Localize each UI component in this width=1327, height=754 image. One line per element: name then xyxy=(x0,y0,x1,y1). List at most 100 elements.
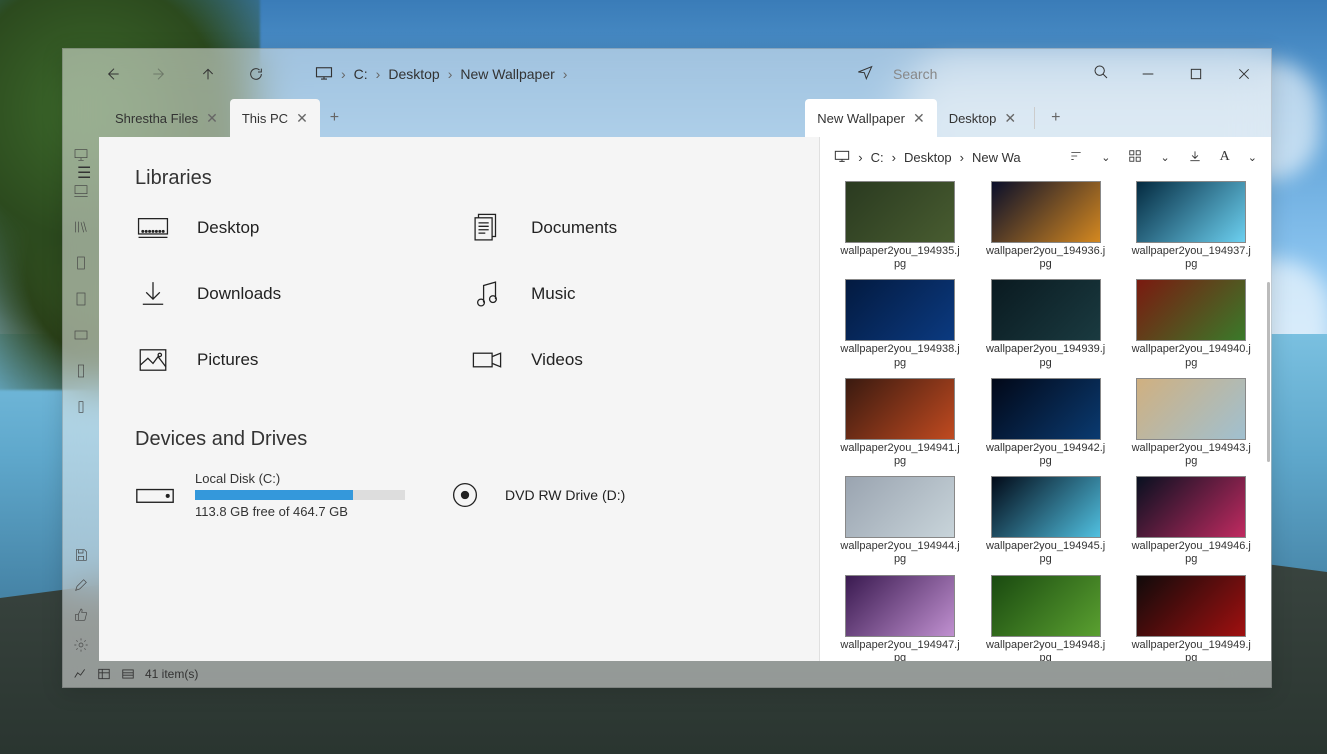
rail-landscape-icon[interactable] xyxy=(73,327,89,343)
rail-like-icon[interactable] xyxy=(73,607,89,623)
tab-label: Shrestha Files xyxy=(115,111,198,126)
scrollbar[interactable] xyxy=(1267,282,1270,462)
tab-shrestha-files[interactable]: Shrestha Files ✕ xyxy=(103,99,230,137)
file-thumbnail[interactable]: wallpaper2you_194935.jpg xyxy=(834,181,966,271)
crumb-desktop[interactable]: Desktop xyxy=(388,66,439,82)
library-pictures[interactable]: Pictures xyxy=(135,342,449,378)
file-thumbnail[interactable]: wallpaper2you_194947.jpg xyxy=(834,575,966,662)
file-thumbnail[interactable]: wallpaper2you_194938.jpg xyxy=(834,279,966,369)
rail-monitor-icon[interactable] xyxy=(73,147,89,163)
file-thumbnail[interactable]: wallpaper2you_194943.jpg xyxy=(1125,378,1257,468)
thumbnail-image xyxy=(1136,378,1246,440)
rail-settings-icon[interactable] xyxy=(73,637,89,653)
maximize-button[interactable] xyxy=(1187,65,1205,83)
file-name: wallpaper2you_194935.jpg xyxy=(840,245,960,271)
rail-phone-icon[interactable] xyxy=(73,363,89,379)
file-name: wallpaper2you_194941.jpg xyxy=(840,442,960,468)
chevron-down-icon[interactable]: ⌄ xyxy=(1160,151,1169,164)
breadcrumb[interactable]: › C: › Desktop › New Wallpaper › xyxy=(315,66,567,83)
search-icon[interactable] xyxy=(1093,64,1109,85)
this-pc-icon xyxy=(315,66,333,83)
library-music[interactable]: Music xyxy=(469,276,783,312)
file-thumbnail[interactable]: wallpaper2you_194944.jpg xyxy=(834,476,966,566)
thumbnail-image xyxy=(845,181,955,243)
rail-portrait-icon[interactable] xyxy=(73,255,89,271)
thumbnail-image xyxy=(1136,476,1246,538)
tab-this-pc[interactable]: This PC ✕ xyxy=(230,99,320,137)
hamburger-icon[interactable]: ☰ xyxy=(77,163,91,183)
up-button[interactable] xyxy=(199,65,217,83)
crumb-c[interactable]: C: xyxy=(354,66,368,82)
thumbnail-image xyxy=(991,181,1101,243)
file-thumbnail[interactable]: wallpaper2you_194939.jpg xyxy=(980,279,1112,369)
library-documents[interactable]: Documents xyxy=(469,210,783,246)
library-label: Documents xyxy=(531,218,617,238)
library-label: Music xyxy=(531,284,575,304)
drive-local-c[interactable]: Local Disk (C:) 113.8 GB free of 464.7 G… xyxy=(135,471,405,519)
send-icon[interactable] xyxy=(857,64,873,85)
thumbnail-image xyxy=(991,279,1101,341)
rail-desktop-icon[interactable] xyxy=(73,183,89,199)
file-name: wallpaper2you_194945.jpg xyxy=(986,540,1106,566)
file-thumbnail[interactable]: wallpaper2you_194942.jpg xyxy=(980,378,1112,468)
refresh-button[interactable] xyxy=(247,65,265,83)
library-desktop[interactable]: Desktop xyxy=(135,210,449,246)
font-icon[interactable]: A xyxy=(1220,149,1230,165)
hdd-icon xyxy=(135,481,175,509)
sort-icon[interactable] xyxy=(1069,149,1083,166)
close-icon[interactable]: ✕ xyxy=(296,110,308,127)
add-tab-button[interactable]: + xyxy=(320,99,349,137)
crumb-new-wa[interactable]: New Wa xyxy=(972,150,1021,165)
drive-dvd-d[interactable]: DVD RW Drive (D:) xyxy=(445,471,625,519)
library-videos[interactable]: Videos xyxy=(469,342,783,378)
close-icon[interactable]: ✕ xyxy=(206,110,218,127)
library-label: Downloads xyxy=(197,284,281,304)
minimize-button[interactable] xyxy=(1139,65,1157,83)
rail-save-icon[interactable] xyxy=(73,547,89,563)
crumb-new-wallpaper[interactable]: New Wallpaper xyxy=(460,66,554,82)
grid-view-icon[interactable] xyxy=(1128,149,1142,166)
file-thumbnail[interactable]: wallpaper2you_194946.jpg xyxy=(1125,476,1257,566)
chevron-down-icon[interactable]: ⌄ xyxy=(1248,151,1257,164)
status-item-count: 41 item(s) xyxy=(145,667,198,681)
close-icon[interactable]: ✕ xyxy=(913,110,925,127)
back-button[interactable] xyxy=(103,65,121,83)
search-input[interactable] xyxy=(893,66,1073,82)
chevron-down-icon[interactable]: ⌄ xyxy=(1101,151,1110,164)
file-thumbnail[interactable]: wallpaper2you_194949.jpg xyxy=(1125,575,1257,662)
list-view-icon[interactable] xyxy=(121,667,135,681)
download-icon[interactable] xyxy=(1188,149,1202,166)
file-name: wallpaper2you_194942.jpg xyxy=(986,442,1106,468)
rail-books-icon[interactable] xyxy=(73,219,89,235)
file-thumbnail[interactable]: wallpaper2you_194948.jpg xyxy=(980,575,1112,662)
library-label: Desktop xyxy=(197,218,259,238)
library-downloads[interactable]: Downloads xyxy=(135,276,449,312)
crumb-desktop[interactable]: Desktop xyxy=(904,150,952,165)
music-icon xyxy=(469,276,505,312)
search-area xyxy=(857,64,1109,85)
library-label: Pictures xyxy=(197,350,258,370)
libraries-heading: Libraries xyxy=(135,167,783,190)
rail-edit-icon[interactable] xyxy=(73,577,89,593)
close-icon[interactable]: ✕ xyxy=(1004,110,1016,127)
rail-tablet-icon[interactable] xyxy=(73,291,89,307)
thumbnail-image xyxy=(845,279,955,341)
details-view-icon[interactable] xyxy=(97,667,111,681)
this-pc-icon xyxy=(834,150,850,165)
file-thumbnail[interactable]: wallpaper2you_194940.jpg xyxy=(1125,279,1257,369)
file-thumbnail[interactable]: wallpaper2you_194945.jpg xyxy=(980,476,1112,566)
crumb-c[interactable]: C: xyxy=(871,150,884,165)
close-button[interactable] xyxy=(1235,65,1253,83)
file-thumbnail[interactable]: wallpaper2you_194937.jpg xyxy=(1125,181,1257,271)
add-tab-button[interactable]: + xyxy=(1041,99,1070,137)
forward-button[interactable] xyxy=(151,65,169,83)
drive-label: Local Disk (C:) xyxy=(195,471,405,486)
file-name: wallpaper2you_194944.jpg xyxy=(840,540,960,566)
activity-icon[interactable] xyxy=(73,667,87,681)
tab-desktop[interactable]: Desktop ✕ xyxy=(937,99,1028,137)
file-thumbnail[interactable]: wallpaper2you_194941.jpg xyxy=(834,378,966,468)
tab-label: This PC xyxy=(242,111,288,126)
rail-small-phone-icon[interactable] xyxy=(73,399,89,415)
file-thumbnail[interactable]: wallpaper2you_194936.jpg xyxy=(980,181,1112,271)
tab-new-wallpaper[interactable]: New Wallpaper ✕ xyxy=(805,99,936,137)
